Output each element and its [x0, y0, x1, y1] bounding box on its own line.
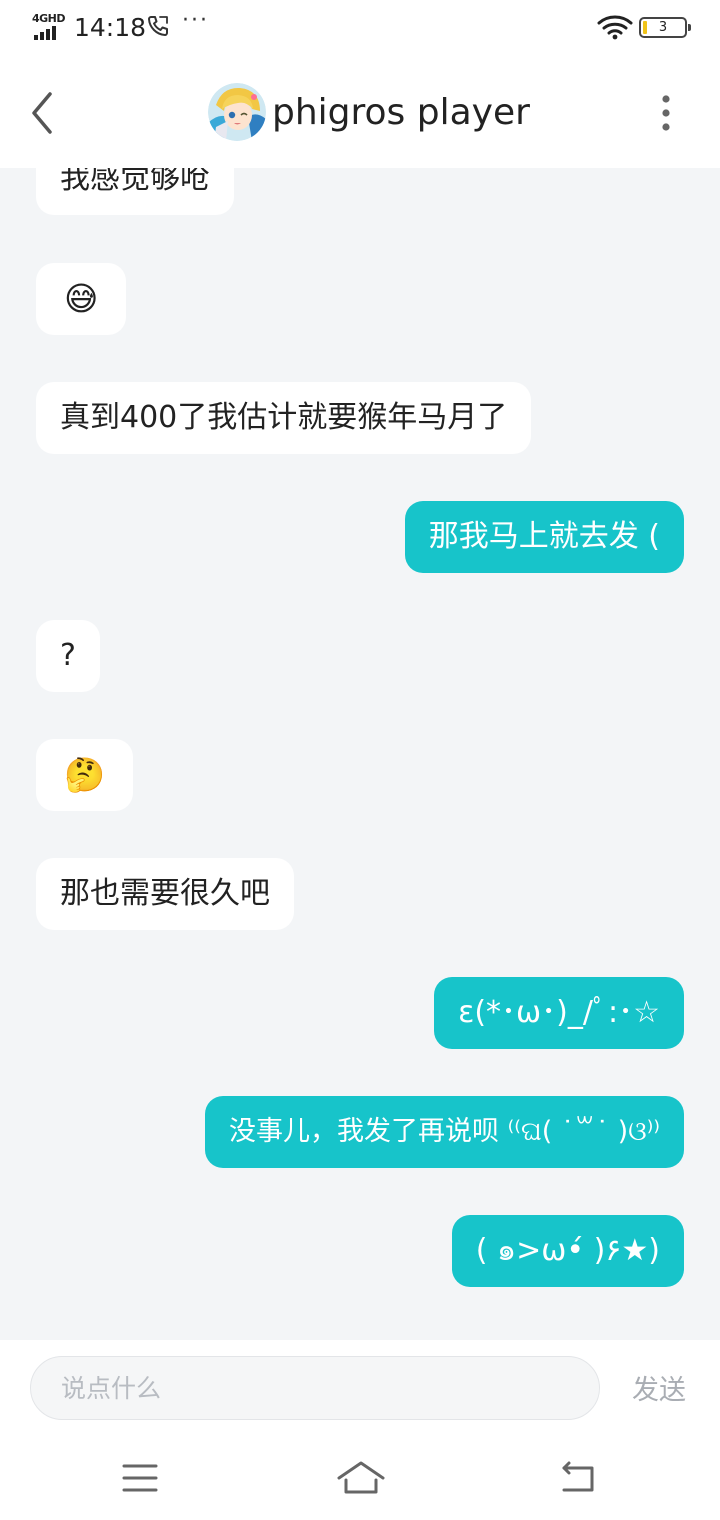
- message-bubble-incoming[interactable]: 我感觉够呛: [36, 168, 234, 215]
- back-button[interactable]: [22, 88, 66, 138]
- back-arrow-icon: [562, 1461, 594, 1492]
- message-list[interactable]: 我感觉够呛 😅 真到400了我估计就要猴年马月了 那我马上就去发 ( ? 🤔 那…: [0, 168, 720, 1340]
- message-text: 我感觉够呛: [60, 168, 210, 196]
- message-bubble-outgoing[interactable]: 没事儿，我发了再说呗 ⁽⁽ଘ( ˙꒳˙ )ଓ⁾⁾: [205, 1096, 684, 1168]
- thinking-face-emoji-icon: 🤔: [64, 755, 106, 794]
- phone-call-icon: [148, 16, 168, 36]
- menu-button[interactable]: [118, 1458, 162, 1498]
- home-button[interactable]: [336, 1458, 386, 1498]
- chat-header: phigros player: [0, 58, 720, 168]
- menu-icon: [122, 1464, 158, 1492]
- more-notifications-icon: ···: [182, 8, 209, 33]
- message-text: 那也需要很久吧: [60, 876, 270, 911]
- message-bubble-incoming[interactable]: 那也需要很久吧: [36, 858, 294, 930]
- more-options-button[interactable]: [648, 90, 684, 136]
- message-bubble-incoming[interactable]: 🤔: [36, 739, 134, 811]
- battery-icon: 3: [639, 17, 691, 38]
- chat-title-group[interactable]: phigros player: [208, 82, 530, 142]
- message-text: 那我马上就去发 (: [428, 519, 660, 554]
- network-signal-icon: 4GHD: [32, 12, 68, 40]
- wifi-icon: [597, 15, 633, 40]
- message-bubble-outgoing[interactable]: 那我马上就去发 (: [404, 501, 684, 573]
- message-bubble-outgoing[interactable]: ( ๑>ω•́ )۶★): [451, 1215, 684, 1287]
- message-bubble-incoming[interactable]: ?: [36, 620, 100, 692]
- message-bubble-incoming[interactable]: 真到400了我估计就要猴年马月了: [36, 382, 532, 454]
- sweat-smile-emoji-icon: 😅: [64, 279, 99, 318]
- message-text: ?: [60, 638, 76, 673]
- chevron-left-icon: [32, 92, 52, 134]
- message-bubble-outgoing[interactable]: ε(*･ω･)_/ﾟ:･☆: [434, 977, 684, 1049]
- back-nav-button[interactable]: [556, 1458, 600, 1498]
- send-button[interactable]: 发送: [632, 1368, 686, 1407]
- contact-avatar[interactable]: [208, 83, 266, 141]
- message-bubble-incoming[interactable]: 😅: [36, 263, 127, 335]
- network-type: 4GHD: [32, 12, 66, 25]
- vertical-dots-icon: [662, 95, 670, 131]
- anime-avatar-image: [208, 83, 266, 141]
- message-text: ( ๑>ω•́ )۶★): [475, 1233, 660, 1268]
- message-text: 真到400了我估计就要猴年马月了: [60, 400, 508, 435]
- message-input[interactable]: [30, 1356, 600, 1420]
- status-time: 14:18: [74, 13, 147, 42]
- chat-title: phigros player: [272, 91, 530, 133]
- chat-screen: 4GHD 14:18 ··· 3 phigros player 我感觉够呛 😅 …: [0, 0, 720, 1520]
- battery-level: 3: [658, 20, 668, 35]
- message-input-bar: 发送: [0, 1340, 720, 1440]
- home-icon: [337, 1461, 385, 1494]
- status-bar: 4GHD 14:18 ··· 3: [0, 0, 720, 58]
- system-navigation-bar: [0, 1440, 720, 1520]
- message-text: ε(*･ω･)_/ﾟ:･☆: [458, 995, 660, 1030]
- message-text: 没事儿，我发了再说呗 ⁽⁽ଘ( ˙꒳˙ )ଓ⁾⁾: [229, 1116, 660, 1147]
